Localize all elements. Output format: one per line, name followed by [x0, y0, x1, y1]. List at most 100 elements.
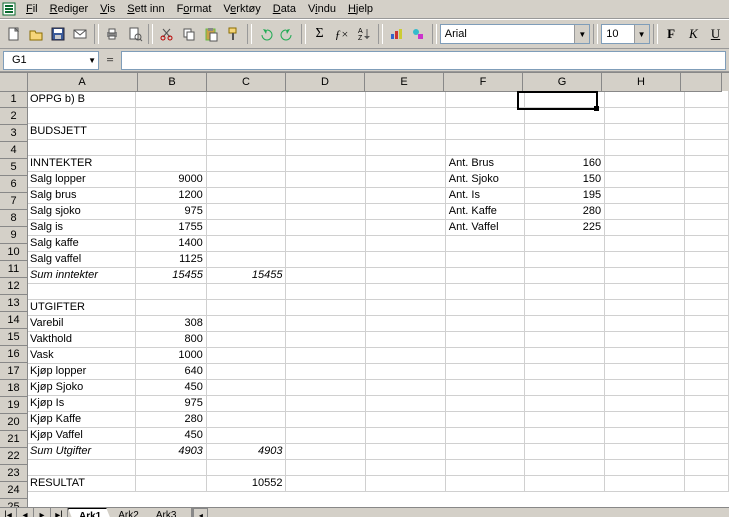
row-header[interactable]: 12	[0, 278, 28, 295]
cell[interactable]	[286, 411, 366, 428]
cell[interactable]	[605, 283, 685, 300]
fx-equals-icon[interactable]: =	[102, 49, 118, 71]
cell[interactable]: 1755	[136, 219, 206, 236]
cell[interactable]	[207, 331, 287, 348]
cell[interactable]: 10552	[207, 475, 287, 492]
cell[interactable]	[366, 379, 446, 396]
cell[interactable]	[366, 203, 446, 220]
chevron-down-icon[interactable]: ▼	[634, 25, 649, 43]
cell[interactable]	[207, 123, 287, 140]
row-header[interactable]: 2	[0, 108, 28, 125]
cell[interactable]	[366, 91, 446, 108]
cell[interactable]: 1000	[136, 347, 206, 364]
cell[interactable]	[605, 315, 685, 332]
cell[interactable]: Varebil	[27, 315, 136, 332]
cell[interactable]: Salg kaffe	[27, 235, 136, 252]
row-header[interactable]: 6	[0, 176, 28, 193]
cell[interactable]	[286, 203, 366, 220]
cell[interactable]	[525, 123, 605, 140]
cell[interactable]	[605, 299, 685, 316]
cell[interactable]	[207, 459, 287, 476]
row-header[interactable]: 7	[0, 193, 28, 210]
cell[interactable]	[27, 107, 136, 124]
font-name-combo[interactable]: Arial ▼	[440, 24, 591, 44]
sheet-tab[interactable]: Ark3	[146, 508, 188, 517]
cell[interactable]	[286, 219, 366, 236]
cell[interactable]: 225	[525, 219, 605, 236]
row-header[interactable]: 25	[0, 499, 28, 507]
cell[interactable]	[525, 363, 605, 380]
cell[interactable]	[286, 475, 366, 492]
cell[interactable]: RESULTAT	[27, 475, 136, 492]
cell[interactable]	[446, 379, 526, 396]
cell[interactable]	[366, 107, 446, 124]
cell[interactable]	[685, 251, 729, 268]
cell[interactable]	[446, 283, 526, 300]
cell[interactable]	[685, 443, 729, 460]
cell[interactable]: 1400	[136, 235, 206, 252]
cell[interactable]	[286, 299, 366, 316]
cell[interactable]	[207, 315, 287, 332]
row-header[interactable]: 11	[0, 261, 28, 278]
row-header[interactable]: 24	[0, 482, 28, 499]
cell[interactable]: 160	[525, 155, 605, 172]
cell[interactable]	[366, 427, 446, 444]
bold-button[interactable]: F	[661, 23, 682, 45]
cell[interactable]	[286, 267, 366, 284]
row-header[interactable]: 15	[0, 329, 28, 346]
cell[interactable]	[685, 363, 729, 380]
cell[interactable]	[207, 299, 287, 316]
cell[interactable]	[525, 379, 605, 396]
menu-rediger[interactable]: Rediger	[44, 2, 95, 16]
row-header[interactable]: 19	[0, 397, 28, 414]
cell[interactable]	[286, 123, 366, 140]
cell[interactable]	[685, 171, 729, 188]
cell[interactable]	[446, 91, 526, 108]
cell[interactable]: Salg sjoko	[27, 203, 136, 220]
cell[interactable]	[446, 251, 526, 268]
cell[interactable]	[366, 395, 446, 412]
cell[interactable]	[136, 107, 206, 124]
cell[interactable]: 150	[525, 171, 605, 188]
cell[interactable]: 15455	[207, 267, 287, 284]
cell[interactable]: INNTEKTER	[27, 155, 136, 172]
cell[interactable]: UTGIFTER	[27, 299, 136, 316]
cell[interactable]	[446, 107, 526, 124]
menu-settinn[interactable]: Sett inn	[121, 2, 170, 16]
col-header[interactable]: F	[444, 73, 523, 92]
cell[interactable]	[685, 219, 729, 236]
cell[interactable]	[605, 235, 685, 252]
row-header[interactable]: 23	[0, 465, 28, 482]
cell[interactable]: Kjøp Is	[27, 395, 136, 412]
sort-asc-icon[interactable]: AZ	[353, 23, 374, 45]
cell[interactable]	[286, 171, 366, 188]
cell[interactable]: 308	[136, 315, 206, 332]
cell[interactable]: Kjøp lopper	[27, 363, 136, 380]
cell[interactable]	[136, 475, 206, 492]
cell[interactable]	[366, 267, 446, 284]
cell[interactable]	[605, 107, 685, 124]
cell[interactable]	[605, 187, 685, 204]
menu-verktoy[interactable]: Verktøy	[217, 2, 266, 16]
menu-hjelp[interactable]: Hjelp	[342, 2, 379, 16]
mail-icon[interactable]	[70, 23, 91, 45]
chevron-down-icon[interactable]: ▼	[574, 25, 589, 43]
cell[interactable]	[286, 395, 366, 412]
name-box[interactable]: G1 ▼	[3, 51, 99, 70]
row-header[interactable]: 16	[0, 346, 28, 363]
cell[interactable]	[685, 283, 729, 300]
cell[interactable]	[286, 443, 366, 460]
cell[interactable]	[446, 123, 526, 140]
menu-fil[interactable]: Fil	[20, 2, 44, 16]
cell[interactable]	[525, 91, 605, 108]
cell[interactable]: 800	[136, 331, 206, 348]
formula-input[interactable]	[121, 51, 726, 70]
cell[interactable]	[366, 235, 446, 252]
cell[interactable]	[366, 219, 446, 236]
cell[interactable]: OPPG b) B	[27, 91, 136, 108]
cell[interactable]	[446, 331, 526, 348]
cell[interactable]	[525, 139, 605, 156]
horizontal-scrollbar[interactable]: ◂	[191, 508, 729, 517]
cell[interactable]	[605, 251, 685, 268]
cell[interactable]	[446, 299, 526, 316]
